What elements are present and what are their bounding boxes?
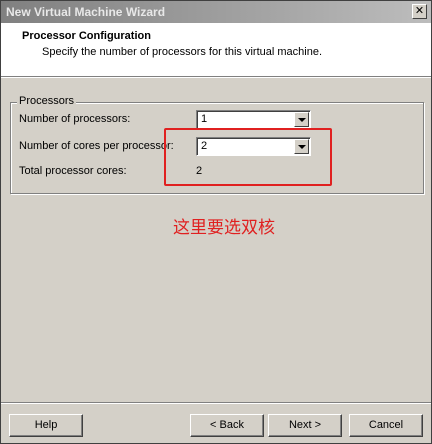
cancel-button[interactable]: Cancel — [349, 414, 423, 437]
close-button[interactable]: ✕ — [412, 4, 427, 19]
chevron-down-icon[interactable] — [294, 112, 309, 127]
title-bar[interactable]: New Virtual Machine Wizard ✕ — [1, 1, 431, 23]
annotation-text: 这里要选双核 — [173, 218, 275, 238]
num-processors-label: Number of processors: — [19, 113, 131, 125]
next-button[interactable]: Next > — [268, 414, 342, 437]
cores-per-processor-label: Number of cores per processor: — [19, 140, 174, 152]
page-subtitle: Specify the number of processors for thi… — [42, 46, 323, 58]
header-divider — [1, 77, 431, 78]
window-title: New Virtual Machine Wizard — [6, 5, 166, 19]
close-icon: ✕ — [414, 5, 425, 17]
processors-group-legend: Processors — [17, 95, 77, 107]
wizard-header: Processor Configuration Specify the numb… — [1, 23, 431, 77]
total-cores-label: Total processor cores: — [19, 165, 127, 177]
highlight-box — [164, 128, 332, 186]
num-processors-value: 1 — [201, 113, 208, 125]
footer-divider — [1, 402, 431, 404]
num-processors-select[interactable]: 1 — [196, 110, 311, 129]
back-button[interactable]: < Back — [190, 414, 264, 437]
help-button[interactable]: Help — [9, 414, 83, 437]
wizard-window: New Virtual Machine Wizard ✕ Processor C… — [0, 0, 432, 444]
page-title: Processor Configuration — [22, 30, 151, 42]
